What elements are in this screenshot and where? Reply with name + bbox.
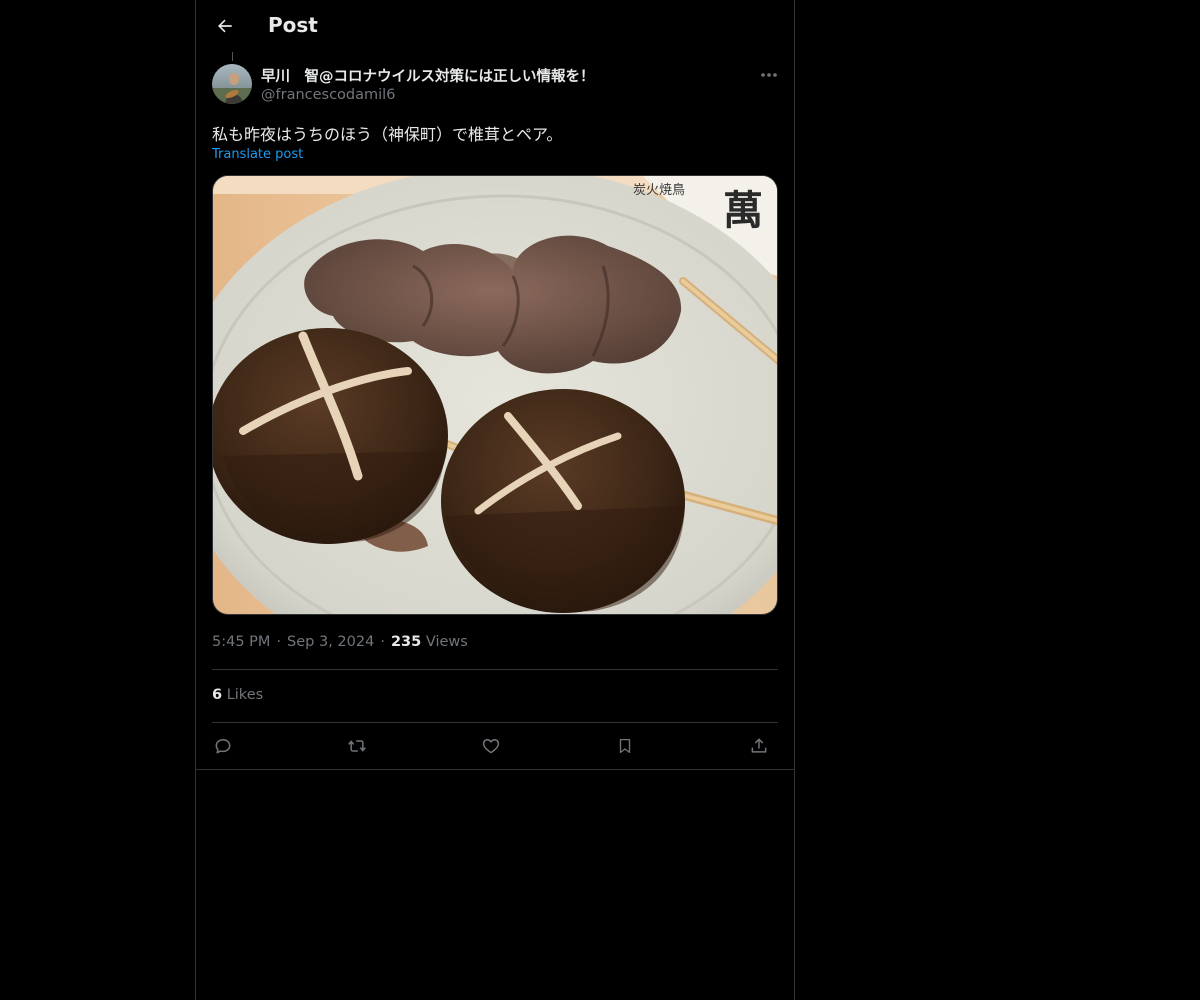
- translate-post-link[interactable]: Translate post: [212, 147, 303, 162]
- likes-count: 6: [212, 687, 223, 703]
- post-time[interactable]: 5:45 PM: [212, 634, 270, 650]
- post-text: 私も昨夜はうちのほう（神保町）で椎茸とペア。: [212, 125, 563, 144]
- divider: [212, 669, 778, 670]
- bookmark-button[interactable]: [610, 732, 640, 760]
- meta-separator: ·: [276, 634, 282, 650]
- heart-icon: [482, 739, 500, 754]
- divider: [212, 722, 778, 723]
- back-button[interactable]: [208, 9, 242, 43]
- share-button[interactable]: [744, 732, 774, 760]
- reply-icon: [215, 739, 231, 754]
- more-horizontal-icon: [761, 73, 777, 77]
- post-date[interactable]: Sep 3, 2024: [287, 634, 374, 650]
- repost-icon: [348, 740, 366, 752]
- page-title: Post: [268, 13, 318, 37]
- meta-separator: ·: [380, 634, 385, 650]
- repost-button[interactable]: [342, 732, 372, 760]
- likes-label: Likes: [226, 687, 264, 703]
- action-bar: [212, 732, 778, 760]
- post-image[interactable]: 萬 炭火焼鳥: [212, 175, 778, 615]
- arrow-left-icon: [218, 19, 232, 33]
- more-options-button[interactable]: [758, 66, 780, 84]
- post-header: Post: [196, 0, 794, 53]
- views-label: Views: [425, 634, 468, 650]
- author-avatar[interactable]: [212, 64, 252, 104]
- plate-sub-text: 炭火焼鳥: [633, 183, 685, 198]
- post-column: Post 早川 智@コロナウイルス対策には正しい情報を！ @francescod…: [195, 0, 795, 1000]
- reply-button[interactable]: [208, 732, 238, 760]
- like-button[interactable]: [476, 732, 506, 760]
- thread-connector-line: [232, 52, 233, 61]
- plate-logo-text: 萬: [723, 187, 763, 234]
- author-display-name[interactable]: 早川 智@コロナウイルス対策には正しい情報を！: [261, 65, 595, 86]
- post-metadata: 5:45 PM · Sep 3, 2024 · 235 Views: [212, 634, 468, 650]
- share-icon: [751, 738, 767, 753]
- author-handle[interactable]: @francescodamil6: [261, 87, 395, 103]
- views-count: 235: [390, 634, 422, 650]
- likes-link[interactable]: 6 Likes: [212, 687, 263, 703]
- post-bottom-border: [196, 769, 794, 770]
- bookmark-icon: [619, 738, 631, 754]
